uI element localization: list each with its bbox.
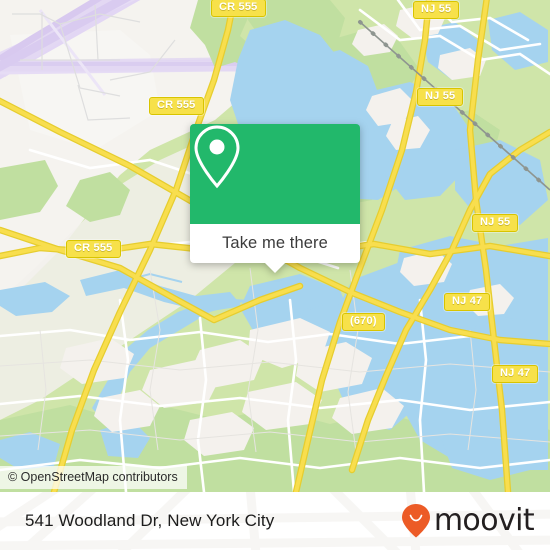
popup-action-bar[interactable]: Take me there bbox=[190, 224, 360, 273]
location-popup[interactable]: Take me there bbox=[190, 124, 360, 273]
popup-pointer-tip bbox=[264, 262, 286, 273]
road-shield: NJ 55 bbox=[472, 214, 519, 232]
road-shield: CR 555 bbox=[66, 240, 121, 258]
moovit-wordmark: moovit bbox=[433, 503, 535, 538]
road-shield: NJ 55 bbox=[417, 88, 464, 106]
map-canvas[interactable]: CR 555 NJ 55 CR 555 NJ 55 NJ 55 CR 555 NJ 47 (6… bbox=[0, 0, 550, 492]
road-shield: (670) bbox=[342, 313, 385, 331]
road-shield: NJ 47 bbox=[444, 293, 491, 311]
road-shield: CR 555 bbox=[211, 0, 266, 17]
moovit-map-screen: CR 555 NJ 55 CR 555 NJ 55 NJ 55 CR 555 NJ 47 (6… bbox=[0, 0, 550, 550]
address-label: 541 Woodland Dr, New York City bbox=[25, 511, 275, 530]
map-pin-icon bbox=[194, 125, 240, 189]
moovit-pin-logo bbox=[401, 504, 430, 538]
osm-attribution[interactable]: © OpenStreetMap contributors bbox=[0, 466, 187, 489]
road-shield: NJ 55 bbox=[413, 1, 460, 19]
footer-bar: 541 Woodland Dr, New York City moovit bbox=[0, 492, 550, 550]
road-shield: NJ 47 bbox=[492, 365, 539, 383]
moovit-brand: moovit bbox=[401, 503, 535, 539]
take-me-there-label: Take me there bbox=[222, 234, 328, 252]
popup-image-panel bbox=[190, 124, 360, 224]
road-shield: CR 555 bbox=[149, 97, 204, 115]
